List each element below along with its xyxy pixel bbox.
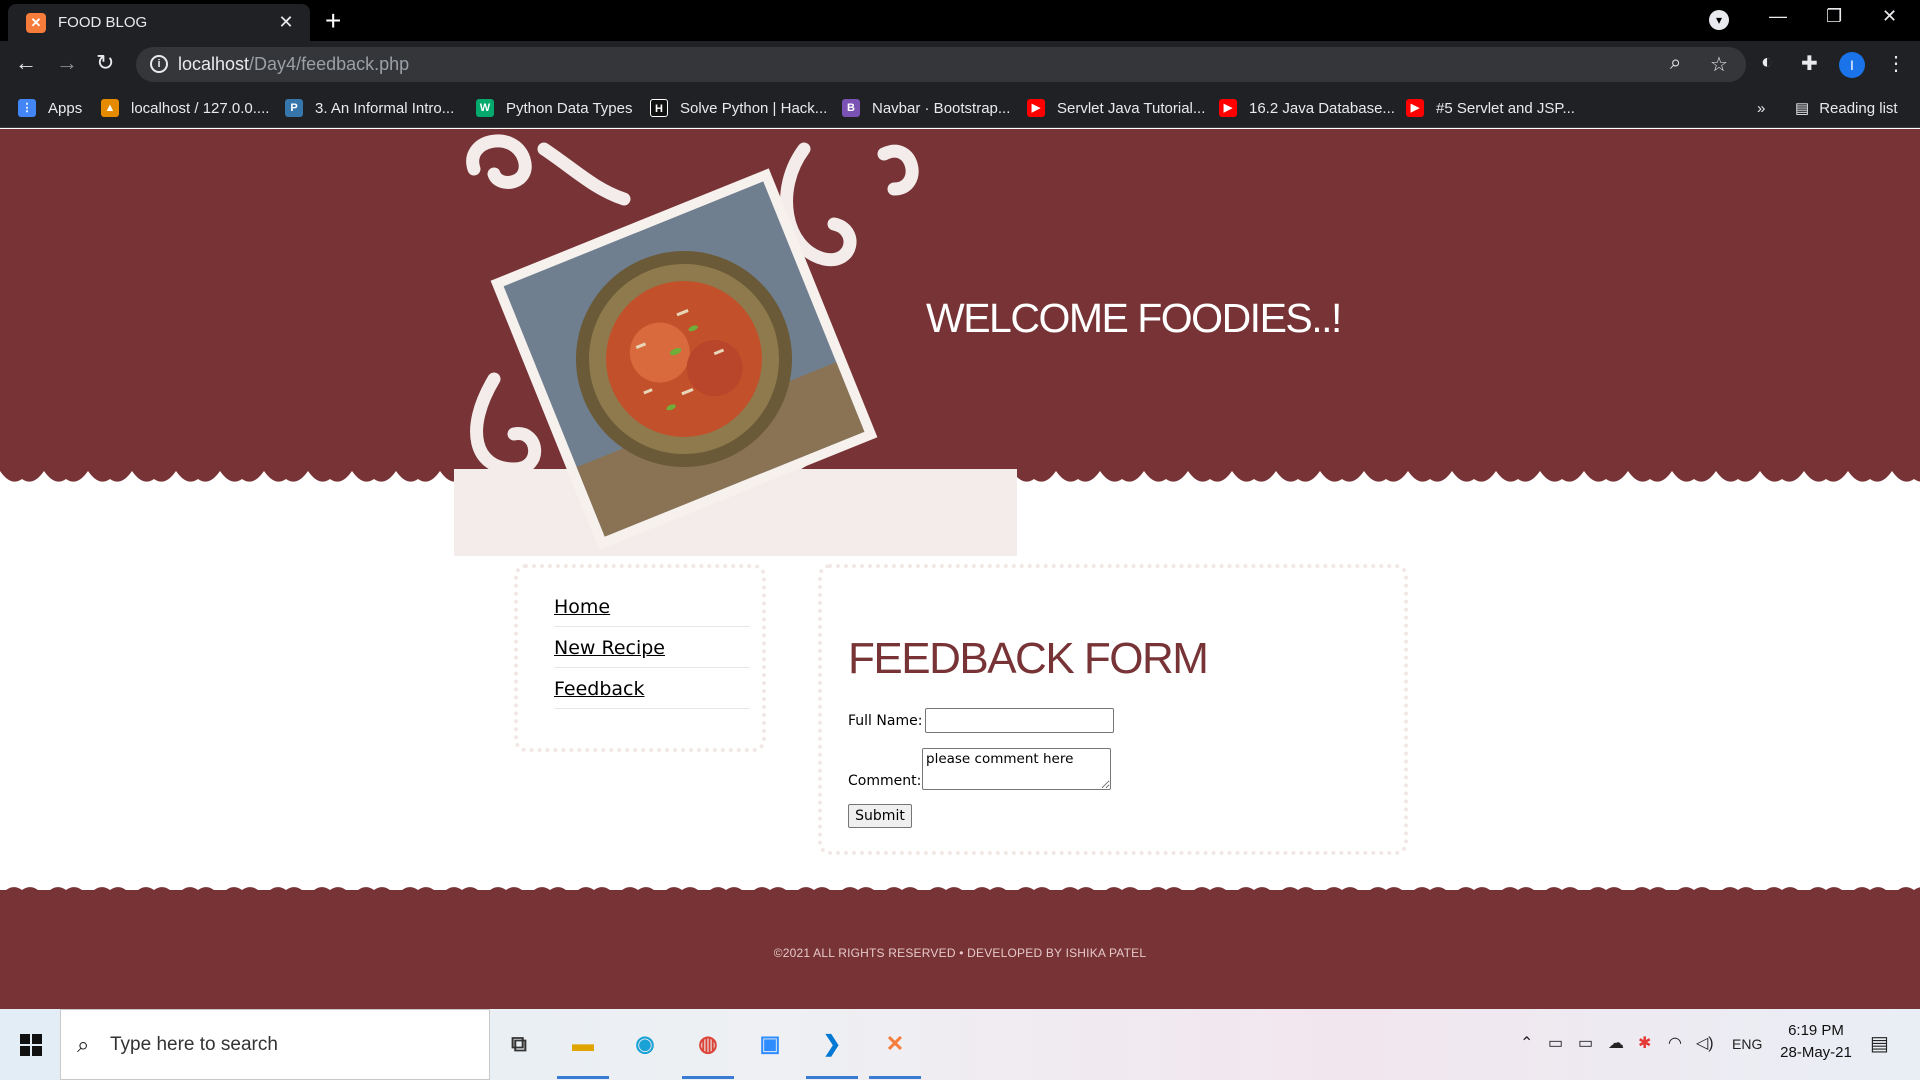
- meet-now-icon[interactable]: ▭: [1548, 1033, 1563, 1053]
- bookmark-star-icon[interactable]: ☆: [1710, 52, 1728, 77]
- site-info-icon[interactable]: i: [150, 55, 168, 73]
- battery-icon[interactable]: ▭: [1578, 1033, 1593, 1053]
- hero-image: [454, 129, 1017, 556]
- full-name-input[interactable]: [925, 708, 1114, 733]
- welcome-heading: WELCOME FOODIES..!: [926, 295, 1342, 341]
- feedback-form: FEEDBACK FORM Full Name: Comment: please…: [818, 564, 1408, 855]
- vscode-icon[interactable]: ❯: [813, 1025, 851, 1063]
- bootstrap-icon: B: [842, 99, 860, 117]
- back-icon[interactable]: ←: [15, 51, 37, 75]
- new-tab-icon[interactable]: +: [325, 7, 341, 35]
- address-bar[interactable]: i localhost/Day4/feedback.php ⌕ ☆: [136, 47, 1746, 82]
- extension-colorful-icon[interactable]: ◐: [1761, 51, 1773, 74]
- bookmark-java-database[interactable]: ▶ 16.2 Java Database...: [1219, 88, 1395, 128]
- w3schools-icon: W: [476, 99, 494, 117]
- bookmark-localhost[interactable]: ▲ localhost / 127.0.0....: [101, 88, 269, 128]
- youtube-icon: ▶: [1027, 99, 1045, 117]
- system-clock[interactable]: 6:19 PM 28-May-21: [1771, 1020, 1861, 1064]
- reading-list-icon: ▤: [1795, 100, 1810, 117]
- xampp-taskbar-icon[interactable]: ✕: [876, 1025, 914, 1063]
- bookmarks-bar: ⋮ Apps ▲ localhost / 127.0.0.... P 3. An In…: [0, 88, 1920, 128]
- zoom-icon[interactable]: ⌕: [1670, 52, 1681, 75]
- onedrive-icon[interactable]: ☁: [1608, 1033, 1624, 1053]
- food-photo-illustration: [466, 134, 919, 550]
- clock-date: 28-May-21: [1780, 1044, 1852, 1061]
- youtube-icon: ▶: [1219, 99, 1237, 117]
- search-icon: ⌕: [77, 1032, 90, 1057]
- language-indicator[interactable]: ENG: [1732, 1036, 1762, 1052]
- nav-item-home: Home: [554, 596, 750, 627]
- search-placeholder: Type here to search: [110, 1034, 278, 1055]
- bookmark-apps[interactable]: ⋮ Apps: [18, 88, 82, 128]
- volume-icon[interactable]: ◁): [1696, 1033, 1714, 1053]
- forward-icon[interactable]: →: [56, 51, 78, 75]
- hackerrank-icon: H: [650, 99, 668, 117]
- sidebar-nav: Home New Recipe Feedback: [514, 564, 766, 752]
- comment-textarea[interactable]: please comment here: [922, 748, 1111, 790]
- close-window-icon[interactable]: ✕: [1882, 6, 1897, 27]
- xampp-icon: ✕: [26, 12, 46, 33]
- file-explorer-icon[interactable]: ▬: [564, 1025, 602, 1063]
- nav-link-feedback[interactable]: Feedback: [554, 678, 644, 700]
- footer-copyright: ©2021 ALL RIGHTS RESERVED • DEVELOPED BY…: [773, 946, 1147, 960]
- tab-title: FOOD BLOG: [58, 14, 148, 31]
- nav-item-new-recipe: New Recipe: [554, 637, 750, 668]
- bookmark-servlet-tutorial[interactable]: ▶ Servlet Java Tutorial...: [1027, 88, 1205, 128]
- bookmark-servlet-jsp[interactable]: ▶ #5 Servlet and JSP...: [1406, 88, 1575, 128]
- zoom-app-icon[interactable]: ▣: [751, 1025, 789, 1063]
- windows-taskbar: ⌕ Type here to search ⧉ ▬ ◉ ◍ ▣ ❯ ✕ ⌃ ▭ …: [0, 1009, 1920, 1080]
- tab-close-icon[interactable]: ✕: [276, 12, 296, 33]
- browser-titlebar: ✕ FOOD BLOG ✕ + ▾ — ❐ ✕: [0, 0, 1920, 41]
- page-viewport: WELCOME FOODIES..! Home New Recipe Feedb…: [0, 129, 1920, 1009]
- apps-grid-icon: ⋮: [18, 99, 36, 117]
- minimize-icon[interactable]: —: [1769, 6, 1787, 27]
- reload-icon[interactable]: ↻: [96, 51, 114, 75]
- profile-avatar[interactable]: I: [1839, 52, 1865, 78]
- task-view-icon[interactable]: ⧉: [500, 1025, 538, 1063]
- youtube-icon: ▶: [1406, 99, 1424, 117]
- tab-search-icon[interactable]: ▾: [1709, 10, 1729, 30]
- antivirus-icon[interactable]: ✱: [1638, 1033, 1651, 1053]
- phpmyadmin-icon: ▲: [101, 99, 119, 117]
- extensions-puzzle-icon[interactable]: ✚: [1801, 51, 1818, 76]
- form-title: FEEDBACK FORM: [848, 634, 1209, 683]
- bookmark-python-data-types[interactable]: W Python Data Types: [476, 88, 632, 128]
- bookmark-bootstrap[interactable]: B Navbar · Bootstrap...: [842, 88, 1010, 128]
- url-text: localhost/Day4/feedback.php: [178, 54, 410, 74]
- full-name-label: Full Name:: [848, 713, 923, 729]
- browser-toolbar: ← → ↻ i localhost/Day4/feedback.php ⌕ ☆: [0, 41, 1920, 88]
- submit-button[interactable]: Submit: [848, 804, 912, 828]
- browser-tab-active[interactable]: ✕ FOOD BLOG ✕: [8, 4, 310, 41]
- chrome-icon[interactable]: ◍: [689, 1025, 727, 1063]
- bookmark-python-intro[interactable]: P 3. An Informal Intro...: [285, 88, 454, 128]
- taskbar-search[interactable]: ⌕ Type here to search: [60, 1009, 490, 1080]
- reading-list[interactable]: ▤ Reading list: [1795, 88, 1898, 128]
- nav-item-feedback: Feedback: [554, 678, 750, 709]
- edge-icon[interactable]: ◉: [626, 1025, 664, 1063]
- notifications-icon[interactable]: ▤: [1870, 1031, 1889, 1056]
- clock-time: 6:19 PM: [1788, 1022, 1844, 1039]
- menu-kebab-icon[interactable]: ⋮: [1886, 51, 1906, 76]
- python-icon: P: [285, 99, 303, 117]
- comment-label: Comment:: [848, 773, 922, 789]
- restore-icon[interactable]: ❐: [1826, 6, 1842, 27]
- wifi-icon[interactable]: ◠: [1668, 1033, 1682, 1053]
- nav-link-new-recipe[interactable]: New Recipe: [554, 637, 665, 659]
- windows-start-icon[interactable]: [20, 1034, 42, 1056]
- nav-link-home[interactable]: Home: [554, 596, 610, 618]
- tray-overflow-icon[interactable]: ⌃: [1520, 1033, 1533, 1053]
- bookmark-hackerrank[interactable]: H Solve Python | Hack...: [650, 88, 827, 128]
- bookmarks-overflow[interactable]: »: [1757, 88, 1765, 128]
